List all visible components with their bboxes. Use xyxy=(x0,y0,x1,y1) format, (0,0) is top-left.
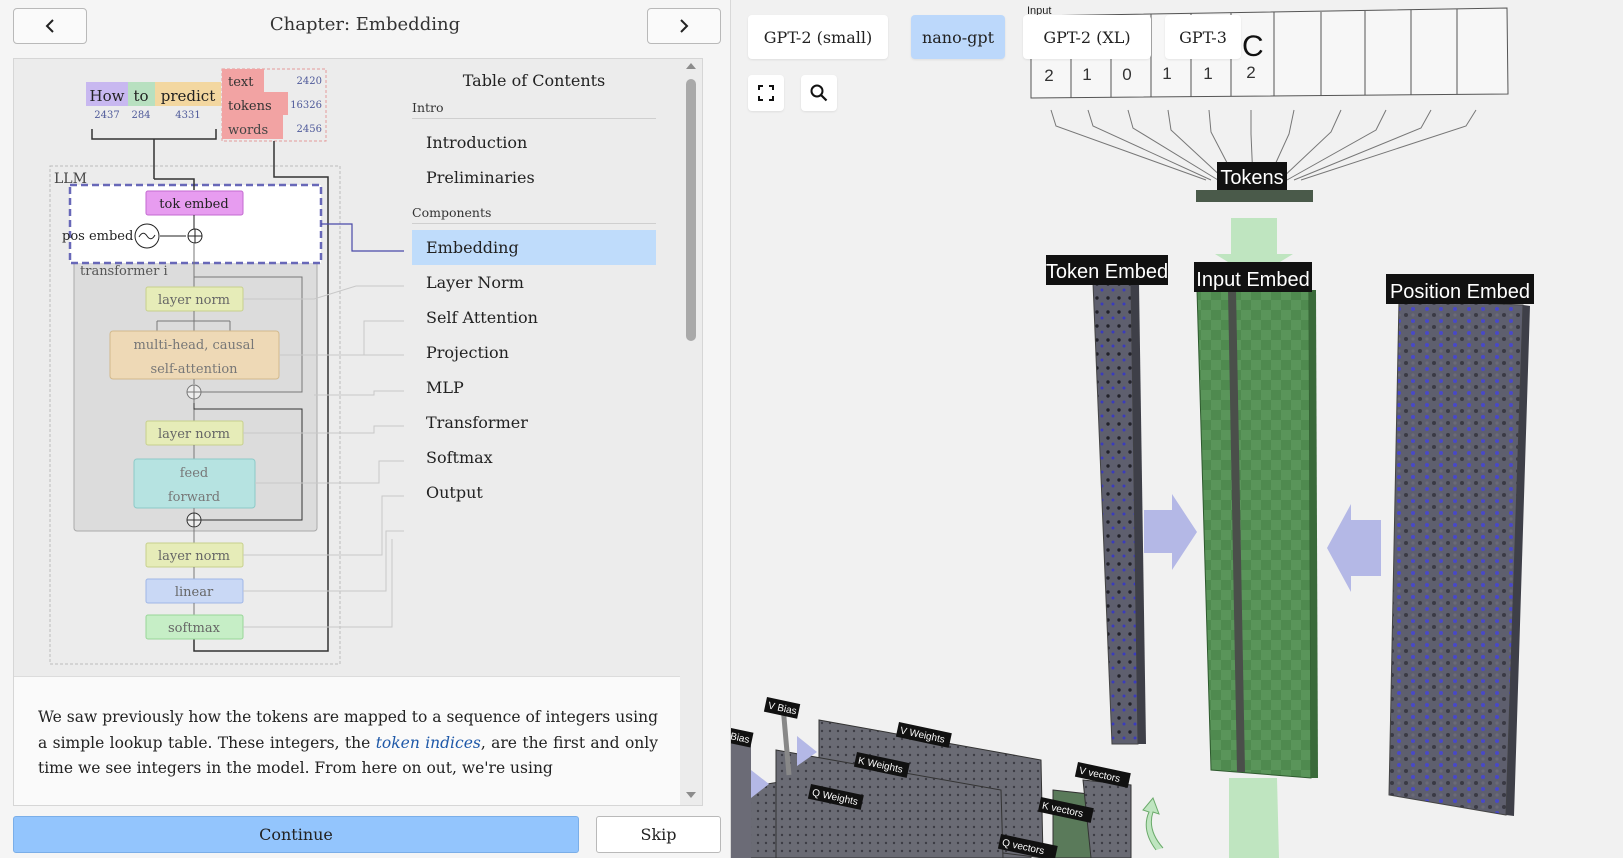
prev-chapter-button[interactable] xyxy=(13,8,87,44)
ffn-label-2: forward xyxy=(168,490,220,505)
model-gpt3-button[interactable]: GPT-3 xyxy=(1165,15,1241,59)
output-id-text: 2420 xyxy=(297,76,322,87)
scrollbar-thumb[interactable] xyxy=(686,79,696,341)
toc-item-softmax[interactable]: Softmax xyxy=(412,440,656,475)
toc-item-introduction[interactable]: Introduction xyxy=(412,125,656,160)
toc-title: Table of Contents xyxy=(462,71,606,90)
next-chapter-button[interactable] xyxy=(647,8,721,44)
token-predict: predict xyxy=(161,87,215,105)
input-letter-c: C xyxy=(1242,30,1264,63)
input-digit-4: 1 xyxy=(1162,64,1171,83)
chapter-panel: Chapter: Embedding How to predict 2437 2… xyxy=(0,0,731,858)
content-scrollbar[interactable] xyxy=(681,59,702,805)
input-digit-1: 2 xyxy=(1044,66,1053,85)
expand-icon xyxy=(758,85,774,101)
scroll-down-arrow-icon[interactable] xyxy=(686,792,696,798)
toc-item-output[interactable]: Output xyxy=(412,475,656,510)
toc-item-embedding[interactable]: Embedding xyxy=(412,230,656,265)
pos-embed-label: pos embed xyxy=(62,229,133,244)
transformer-label: transformer i xyxy=(80,264,168,279)
chevron-left-icon xyxy=(45,19,54,33)
toc-item-transformer[interactable]: Transformer xyxy=(412,405,656,440)
output-id-words: 2456 xyxy=(297,124,322,135)
chapter-title: Chapter: Embedding xyxy=(269,14,461,35)
token-to: to xyxy=(133,87,148,105)
token-embed-label: Token Embed xyxy=(1046,261,1168,283)
search-button[interactable] xyxy=(801,75,837,111)
scroll-up-arrow-icon[interactable] xyxy=(686,63,696,69)
softmax-label: softmax xyxy=(168,621,221,636)
chevron-right-icon xyxy=(680,19,689,33)
toc-item-preliminaries[interactable]: Preliminaries xyxy=(412,160,656,195)
tokens-label: Tokens xyxy=(1220,167,1283,189)
toc-section-components: Components xyxy=(412,205,656,224)
input-digit-2: 1 xyxy=(1082,65,1091,84)
output-word-tokens: tokens xyxy=(228,99,272,114)
input-digit-5: 1 xyxy=(1203,64,1212,83)
attention-label-1: multi-head, causal xyxy=(133,338,254,353)
output-word-words: words xyxy=(228,123,268,138)
llm-architecture-diagram: How to predict 2437 284 4331 text tokens… xyxy=(49,68,404,665)
token-id-to: 284 xyxy=(131,110,150,121)
layer-norm-2: layer norm xyxy=(158,427,230,442)
linear-label: linear xyxy=(175,585,214,600)
layer-norm-3: layer norm xyxy=(158,549,230,564)
token-indices-link[interactable]: token indices xyxy=(376,734,481,752)
input-embed-label: Input Embed xyxy=(1196,269,1309,291)
output-id-tokens: 16326 xyxy=(290,100,322,111)
token-id-how: 2437 xyxy=(94,110,119,121)
token-how: How xyxy=(90,87,125,105)
toc-item-self-attention[interactable]: Self Attention xyxy=(412,300,656,335)
toc-item-layer-norm[interactable]: Layer Norm xyxy=(412,265,656,300)
skip-button[interactable]: Skip xyxy=(596,816,721,853)
tok-embed-label: tok embed xyxy=(159,197,228,212)
layer-norm-1: layer norm xyxy=(158,293,230,308)
search-icon xyxy=(810,84,828,102)
input-digit-6: 2 xyxy=(1246,63,1255,82)
input-digit-3: 0 xyxy=(1122,65,1131,84)
position-embed-label: Position Embed xyxy=(1390,281,1530,303)
table-of-contents: Table of Contents Intro Introduction Pre… xyxy=(412,71,656,510)
chapter-paragraph: We saw previously how the tokens are map… xyxy=(14,677,680,782)
toc-section-intro: Intro xyxy=(412,100,656,119)
token-id-predict: 4331 xyxy=(175,110,200,121)
attention-label-2: self-attention xyxy=(150,362,238,377)
output-word-text: text xyxy=(228,75,254,90)
model-gpt2-xl-button[interactable]: GPT-2 (XL) xyxy=(1023,15,1151,59)
fullscreen-button[interactable] xyxy=(748,75,784,111)
continue-button[interactable]: Continue xyxy=(13,816,579,853)
model-3d-scene[interactable]: Input 2 1 0 1 1 2 B C Tok xyxy=(731,0,1623,858)
toc-item-projection[interactable]: Projection xyxy=(412,335,656,370)
model-gpt2-small-button[interactable]: GPT-2 (small) xyxy=(748,15,888,59)
ffn-label-1: feed xyxy=(180,466,209,481)
chapter-content: How to predict 2437 284 4331 text tokens… xyxy=(13,58,703,806)
model-nano-gpt-button[interactable]: nano-gpt xyxy=(911,15,1005,59)
toc-item-mlp[interactable]: MLP xyxy=(412,370,656,405)
model-viewer[interactable]: Input 2 1 0 1 1 2 B C Tok xyxy=(731,0,1623,858)
chapter-text-area: We saw previously how the tokens are map… xyxy=(14,676,680,805)
